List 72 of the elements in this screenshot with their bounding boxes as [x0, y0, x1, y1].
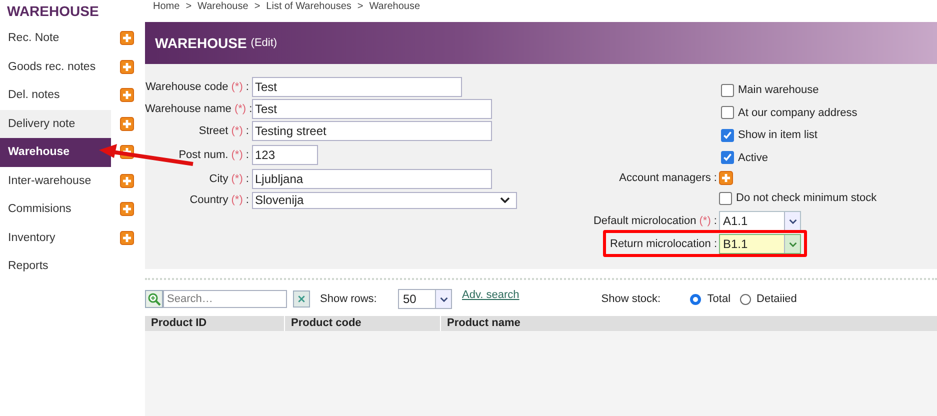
checkbox-label: Main warehouse	[738, 84, 819, 96]
chevron-icon	[788, 242, 796, 246]
field-label: City (*) :	[208, 173, 250, 185]
add-icon[interactable]	[120, 60, 134, 74]
sidebar-item[interactable]: Inter-warehouse	[0, 166, 111, 195]
add-icon[interactable]	[120, 116, 134, 131]
advanced-search-link[interactable]: Adv. search	[462, 289, 520, 301]
text-field[interactable]: Ljubljana	[252, 169, 492, 189]
sidebar-item[interactable]: Commisions	[0, 195, 111, 224]
add-icon[interactable]	[120, 230, 134, 245]
breadcrumb-link[interactable]: Home	[153, 1, 180, 12]
checkbox[interactable]	[721, 106, 734, 120]
text-field[interactable]: Test	[252, 99, 492, 119]
sidebar-item[interactable]: Reports	[0, 252, 111, 280]
checkbox[interactable]	[721, 151, 734, 164]
checkbox-label: Show in item list	[738, 129, 818, 142]
chevron-icon	[440, 296, 448, 302]
combo-field[interactable]: A1.1	[719, 211, 801, 231]
breadcrumb-separator: >	[254, 1, 260, 12]
chevron-icon	[788, 218, 796, 224]
search-field[interactable]: Search…	[163, 290, 287, 308]
page-title: WAREHOUSE	[155, 35, 247, 51]
field-label: Country (*) :	[188, 194, 250, 206]
combo-field[interactable]: B1.1	[719, 234, 801, 254]
checkbox[interactable]	[721, 84, 734, 97]
dropdown[interactable]: Slovenija	[252, 192, 517, 208]
checkbox-label: Do not check minimum stock	[736, 192, 877, 204]
add-icon[interactable]	[719, 171, 733, 185]
column-header[interactable]: Product ID	[145, 316, 285, 331]
edit-label: (Edit)	[250, 37, 278, 49]
chevron-icon	[500, 197, 510, 203]
field-label: Default microlocation (*) :	[593, 215, 718, 227]
sidebar-item[interactable]: Warehouse	[0, 138, 111, 166]
rows-label: Show rows:	[320, 293, 378, 305]
sidebar-item[interactable]: Goods rec. notes	[0, 52, 111, 81]
breadcrumb-link[interactable]: Warehouse	[198, 1, 248, 12]
breadcrumb-link[interactable]: List of Warehouses	[266, 1, 352, 12]
field-label: Post num. (*) :	[178, 148, 250, 160]
add-icon[interactable]	[120, 202, 134, 216]
radio-button[interactable]	[740, 294, 751, 304]
sidebar-item[interactable]: Inventory	[0, 224, 111, 252]
text-field[interactable]: Test	[252, 77, 462, 97]
checkbox-label: At our company address	[738, 106, 858, 119]
checkbox[interactable]	[719, 192, 732, 204]
breadcrumb-separator: >	[186, 1, 192, 12]
column-header[interactable]: Product code	[285, 316, 441, 331]
radio-label: Detaiied	[756, 293, 797, 305]
clear-icon[interactable]	[293, 290, 310, 308]
add-icon[interactable]	[120, 88, 134, 102]
checkbox[interactable]	[721, 128, 734, 142]
column-header[interactable]: Product name	[441, 316, 538, 331]
zoom-in-icon[interactable]	[145, 290, 163, 308]
stock-label: Show stock:	[601, 293, 662, 305]
field-label: Account managers :	[619, 172, 718, 184]
breadcrumb-separator: >	[357, 1, 364, 12]
field-label: Warehouse code (*) :	[145, 81, 250, 93]
field-label: Return microlocation :	[610, 238, 718, 250]
sidebar-item[interactable]: Del. notes	[0, 81, 111, 110]
breadcrumb-link[interactable]: Warehouse	[369, 1, 420, 12]
field-label: Street (*) :	[198, 125, 250, 137]
sidebar-item[interactable]: Delivery note	[0, 110, 111, 138]
section-title: WAREHOUSE	[6, 2, 100, 21]
checkbox-label: Active	[738, 152, 768, 164]
text-field[interactable]: Testing street	[252, 121, 492, 141]
text-field[interactable]: 123	[252, 144, 318, 164]
add-icon[interactable]	[120, 174, 134, 188]
field-label: Warehouse name (*) :	[145, 103, 252, 115]
radio-button[interactable]	[690, 294, 702, 304]
rows-dropdown[interactable]: 50	[398, 289, 452, 309]
radio-label: Total	[707, 293, 731, 305]
sidebar-item[interactable]: Rec. Note	[0, 24, 111, 52]
add-icon[interactable]	[120, 31, 134, 46]
